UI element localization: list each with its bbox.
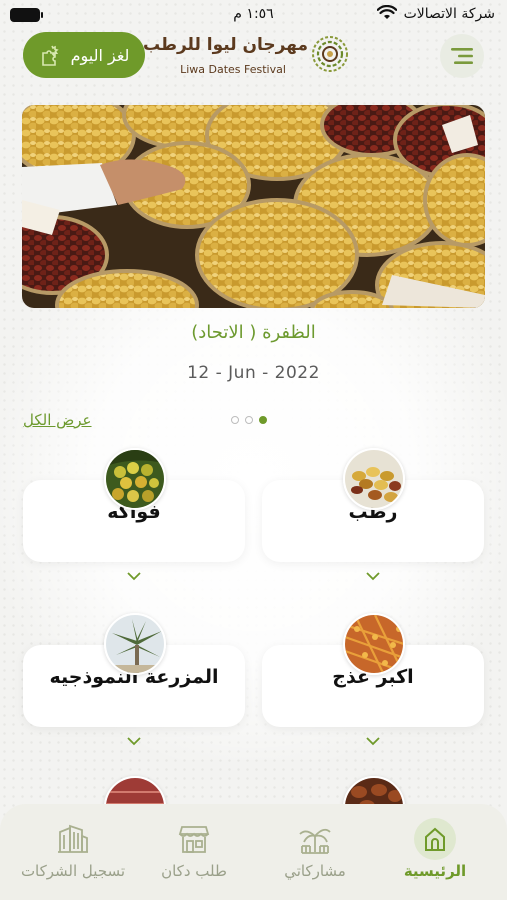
nav-label: تسجيل الشركات [20, 862, 126, 880]
dates-baskets-photo [22, 105, 485, 308]
app-header: لغز اليوم مهرجان ليوا للرطب Liwa Dates F… [0, 30, 507, 86]
nav-label: الرئيسية [403, 862, 467, 880]
daily-puzzle-button[interactable]: لغز اليوم [23, 32, 145, 78]
puzzle-icon [41, 45, 59, 66]
carousel-dot-active[interactable] [259, 416, 267, 424]
nav-company-registration[interactable]: تسجيل الشركات [18, 822, 128, 880]
expand-chevron[interactable] [23, 728, 245, 754]
menu-button[interactable] [440, 34, 484, 78]
home-icon-wrapper [414, 818, 456, 860]
nav-label: مشاركاتي [284, 862, 346, 880]
festival-logo [312, 36, 348, 72]
fresh-dates-image [343, 448, 405, 510]
carousel-indicator [231, 416, 267, 424]
carousel-dot[interactable] [245, 416, 253, 424]
nav-label: طلب دكان [161, 862, 227, 880]
logo-title-en: Liwa Dates Festival [180, 63, 286, 76]
banner-date: 12 - Jun - 2022 [187, 363, 320, 383]
nav-shop-request[interactable]: طلب دكان [139, 822, 249, 880]
menu-icon [451, 48, 473, 64]
banner-caption: الظفرة ( الاتحاد) [191, 322, 316, 343]
clock: ١:٥٦ م [233, 6, 274, 22]
fruits-image [104, 448, 166, 510]
palm-tree-icon [299, 828, 331, 854]
nav-my-participations[interactable]: مشاركاتي [260, 822, 370, 880]
shop-icon [178, 826, 210, 853]
view-all-link[interactable]: عرض الكل [23, 411, 92, 429]
chevron-down-icon [366, 736, 380, 745]
home-icon [425, 827, 445, 851]
carousel-dot[interactable] [231, 416, 239, 424]
expand-chevron[interactable] [23, 563, 245, 589]
expand-chevron[interactable] [262, 563, 484, 589]
chevron-down-icon [127, 571, 141, 580]
status-bar: شركة الاتصالات ١:٥٦ م [0, 0, 507, 30]
chevron-down-icon [127, 736, 141, 745]
bottom-navigation: الرئيسية مشاركاتي طلب دكان تسجيل الشركات [0, 804, 507, 900]
model-farm-image [104, 613, 166, 675]
nav-home[interactable]: الرئيسية [380, 818, 490, 880]
logo-title-ar: مهرجان ليوا للرطب [142, 35, 308, 55]
expand-chevron[interactable] [262, 728, 484, 754]
banner-image[interactable] [22, 105, 485, 308]
date-cluster-image [343, 613, 405, 675]
buildings-icon [58, 824, 88, 853]
daily-puzzle-label: لغز اليوم [70, 45, 130, 65]
battery-icon [10, 8, 43, 22]
chevron-down-icon [366, 571, 380, 580]
